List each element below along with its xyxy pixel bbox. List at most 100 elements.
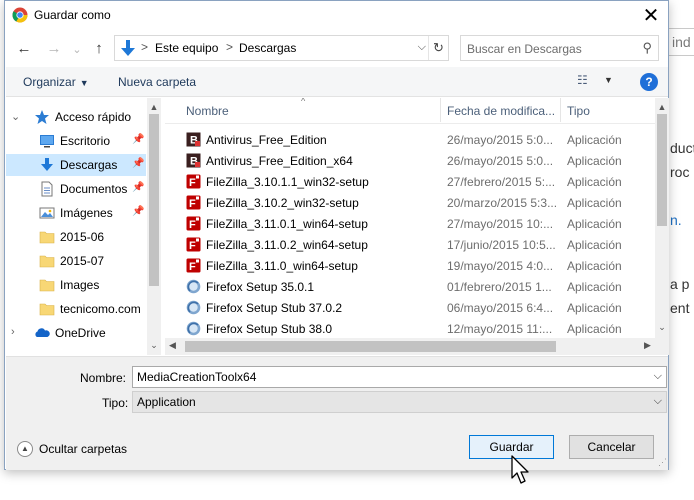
- sidebar-item[interactable]: Imágenes 📌: [6, 202, 146, 224]
- column-divider[interactable]: [560, 98, 561, 122]
- file-row[interactable]: F FileZilla_3.11.0.1_win64-setup 27/mayo/2…: [165, 213, 655, 234]
- file-date: 27/mayo/2015 10:...: [447, 217, 554, 231]
- file-type-value: Application: [137, 395, 196, 409]
- file-row[interactable]: F FileZilla_3.11.0.2_win64-setup 17/junio/…: [165, 234, 655, 255]
- chrome-icon: [12, 7, 28, 23]
- scroll-up-arrow-icon[interactable]: ▲: [147, 100, 161, 114]
- sidebar-item-label: Documentos: [60, 182, 128, 196]
- column-header-date[interactable]: Fecha de modifica...: [447, 104, 555, 118]
- file-list-vertical-scrollbar[interactable]: ▲ ⌄: [655, 98, 669, 355]
- refresh-button[interactable]: ↻: [428, 36, 448, 60]
- pictures-icon: [39, 205, 55, 221]
- dialog-title: Guardar como: [34, 8, 111, 22]
- column-header-name[interactable]: Nombre: [186, 104, 229, 118]
- onedrive-icon: [34, 325, 50, 341]
- column-divider[interactable]: [440, 98, 441, 122]
- background-page: [668, 0, 694, 500]
- file-row[interactable]: B Antivirus_Free_Edition_x64 26/mayo/2015 …: [165, 150, 655, 171]
- folder-icon: [39, 277, 55, 293]
- file-date: 19/mayo/2015 4:0...: [447, 259, 554, 273]
- file-type: Aplicación: [567, 280, 622, 294]
- resize-grip-icon[interactable]: ⋰: [658, 457, 667, 468]
- sidebar-item[interactable]: Descargas 📌: [6, 154, 146, 176]
- recent-locations-button[interactable]: ⌄: [67, 39, 87, 59]
- view-options-icon[interactable]: ☷: [577, 73, 588, 87]
- file-row[interactable]: F FileZilla_3.11.0_win64-setup 19/mayo/201…: [165, 255, 655, 276]
- organize-button[interactable]: Organizar ▼: [23, 75, 89, 89]
- pin-icon[interactable]: 📌: [132, 134, 144, 145]
- navigation-bar: ← → ⌄ ↑ > Este equipo > Descargas ⌵ ↻ Bu…: [5, 33, 668, 63]
- scrollbar-thumb[interactable]: [185, 341, 556, 352]
- forward-button[interactable]: →: [44, 38, 64, 58]
- sidebar-item[interactable]: tecnicomo.com: [6, 298, 146, 320]
- sidebar-item[interactable]: 2015-07: [6, 250, 146, 272]
- filezilla-icon: F: [186, 237, 201, 252]
- scroll-down-arrow-icon[interactable]: ⌄: [147, 338, 161, 352]
- file-type-select[interactable]: Application ⌵: [132, 391, 667, 413]
- download-icon: [39, 157, 55, 173]
- cancel-button[interactable]: Cancelar: [569, 435, 654, 459]
- column-headers: ^ Nombre Fecha de modifica... Tipo: [165, 98, 655, 124]
- pin-icon[interactable]: 📌: [132, 182, 144, 193]
- address-bar[interactable]: > Este equipo > Descargas ⌵ ↻: [114, 35, 449, 61]
- file-name: FileZilla_3.11.0.1_win64-setup: [206, 217, 368, 231]
- file-list-horizontal-scrollbar[interactable]: ◀ ▶: [165, 338, 655, 355]
- sidebar-item-label: Descargas: [60, 158, 118, 172]
- view-chevron-down-icon[interactable]: ▼: [604, 75, 613, 85]
- scroll-down-arrow-icon[interactable]: ⌄: [655, 320, 669, 334]
- svg-text:F: F: [189, 261, 196, 273]
- antivirus-app-icon: B: [186, 132, 201, 147]
- scroll-right-arrow-icon[interactable]: ▶: [644, 340, 651, 351]
- close-button[interactable]: ✕: [634, 1, 668, 29]
- help-button[interactable]: ?: [640, 73, 658, 91]
- file-row[interactable]: F FileZilla_3.10.1.1_win32-setup 27/febrer…: [165, 171, 655, 192]
- file-row[interactable]: B Antivirus_Free_Edition 26/mayo/2015 5:0.…: [165, 129, 655, 150]
- mouse-cursor-icon: [511, 455, 529, 484]
- file-name-label: Nombre:: [80, 371, 127, 385]
- chevron-down-icon[interactable]: ⌵: [654, 370, 662, 383]
- pin-icon[interactable]: 📌: [132, 158, 144, 169]
- scrollbar-thumb[interactable]: [149, 114, 159, 286]
- new-folder-button[interactable]: Nueva carpeta: [118, 75, 196, 89]
- navigation-pane-scrollbar[interactable]: ▲ ⌄: [147, 98, 161, 355]
- up-button[interactable]: ↑: [89, 38, 109, 58]
- column-header-type[interactable]: Tipo: [567, 104, 590, 118]
- sidebar-item[interactable]: Escritorio 📌: [6, 130, 146, 152]
- scroll-left-arrow-icon[interactable]: ◀: [169, 340, 176, 351]
- search-input[interactable]: Buscar en Descargas ⚲: [460, 35, 659, 61]
- scrollbar-thumb[interactable]: [657, 114, 667, 226]
- firefox-setup-icon: [186, 321, 201, 336]
- expand-chevron-icon[interactable]: ›: [11, 326, 15, 338]
- sidebar-item[interactable]: Images: [6, 274, 146, 296]
- file-name: Antivirus_Free_Edition: [206, 133, 327, 147]
- breadcrumb-this-pc[interactable]: Este equipo: [155, 41, 218, 55]
- file-date: 17/junio/2015 10:5...: [447, 238, 556, 252]
- address-dropdown-icon[interactable]: ⌵: [418, 41, 426, 54]
- file-name-field[interactable]: MediaCreationToolx64 ⌵: [132, 366, 667, 388]
- folder-icon: [39, 301, 55, 317]
- file-row[interactable]: Firefox Setup Stub 38.0 12/mayo/2015 11:.…: [165, 318, 655, 339]
- up-arrow-icon: ↑: [95, 39, 103, 57]
- file-name-value: MediaCreationToolx64: [137, 370, 257, 384]
- back-button[interactable]: ←: [14, 38, 34, 58]
- svg-text:F: F: [189, 219, 196, 231]
- expand-chevron-icon[interactable]: ⌄: [11, 110, 20, 123]
- pin-icon[interactable]: 📌: [132, 206, 144, 217]
- sidebar-item-label: Imágenes: [60, 206, 113, 220]
- sort-ascending-icon: ^: [301, 98, 306, 106]
- file-date: 20/marzo/2015 5:3...: [447, 196, 557, 210]
- save-as-dialog: Guardar como ✕ ← → ⌄ ↑ > Este equipo > D…: [4, 0, 669, 470]
- breadcrumb-downloads[interactable]: Descargas: [239, 41, 296, 55]
- file-row[interactable]: F FileZilla_3.10.2_win32-setup 20/marzo/20…: [165, 192, 655, 213]
- background-text-line: n.: [670, 212, 682, 228]
- file-row[interactable]: Firefox Setup 35.0.1 01/febrero/2015 1...…: [165, 276, 655, 297]
- file-row[interactable]: Firefox Setup Stub 37.0.2 06/mayo/2015 6:…: [165, 297, 655, 318]
- sidebar-item[interactable]: Documentos 📌: [6, 178, 146, 200]
- chevron-down-icon: ▼: [79, 78, 89, 88]
- sidebar-item[interactable]: 2015-06: [6, 226, 146, 248]
- scroll-up-arrow-icon[interactable]: ▲: [655, 100, 669, 114]
- organize-label: Organizar: [23, 75, 76, 89]
- firefox-setup-icon: [186, 279, 201, 294]
- sidebar-item[interactable]: ⌄ Acceso rápido: [6, 106, 146, 128]
- sidebar-item[interactable]: › OneDrive: [6, 322, 146, 344]
